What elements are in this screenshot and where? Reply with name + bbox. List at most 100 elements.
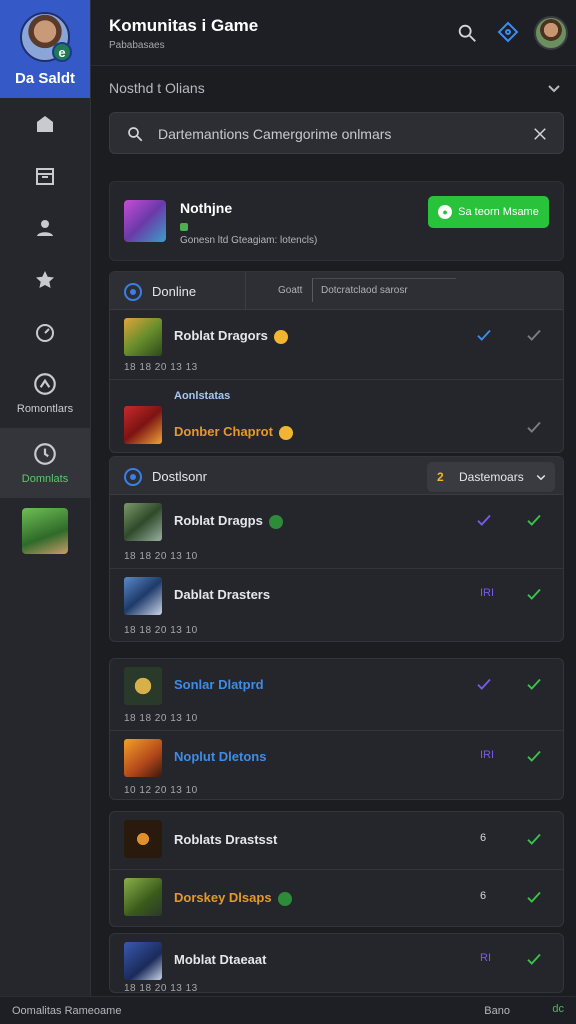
game-icon — [124, 820, 162, 858]
item-subtitle: Donber Chaprot — [174, 424, 293, 440]
badge-icon — [268, 514, 283, 529]
status-bar: Oomalitas Rameoame Bano dc — [0, 996, 576, 1024]
sidebar: e Da Saldt Romontlars Domnlats — [0, 0, 91, 996]
check-icon[interactable] — [525, 511, 543, 529]
close-icon[interactable] — [531, 125, 549, 143]
status-icon — [180, 223, 188, 231]
item-time: 18 18 20 13 13 — [124, 983, 198, 993]
nav-communities[interactable]: Romontlars — [0, 358, 90, 428]
filter-label[interactable]: Donline — [152, 284, 196, 299]
game-icon — [124, 942, 162, 980]
check-icon[interactable] — [475, 675, 493, 693]
search-input[interactable]: Dartemantions Camergorime onlmars — [158, 126, 391, 142]
item-status: IRI — [480, 587, 495, 599]
home-icon[interactable] — [0, 98, 90, 150]
item-title: Sonlar Dlatprd — [174, 677, 264, 692]
status-right[interactable]: Bano — [484, 1005, 510, 1017]
radio-icon[interactable] — [124, 468, 142, 486]
featured-game-card[interactable]: Nothjne Gonesn ltd Gteagiam: lotencls) ●… — [109, 181, 564, 261]
profile-badge: e — [52, 42, 72, 62]
item-status: 6 — [480, 832, 487, 844]
item-title: Roblats Drastsst — [174, 832, 278, 847]
list-item[interactable]: Dorskey Dlsaps 6 — [110, 870, 563, 926]
user-avatar[interactable] — [534, 16, 568, 50]
item-status: IRI — [480, 749, 495, 761]
game-art — [124, 200, 166, 242]
target-icon[interactable] — [496, 20, 520, 44]
item-status: 6 — [480, 890, 487, 902]
list-item[interactable]: Roblat Dragors 18 18 20 13 13 — [110, 310, 563, 380]
profile-name: Da Saldt — [14, 70, 75, 87]
star-icon[interactable] — [0, 254, 90, 306]
list-item[interactable]: Aonlstatas Donber Chaprot — [110, 380, 563, 452]
item-time: 18 18 20 13 10 — [124, 551, 198, 562]
chevron-down-icon[interactable] — [546, 80, 562, 96]
check-icon[interactable] — [525, 950, 543, 968]
timer-icon[interactable] — [0, 306, 90, 358]
badge-icon — [278, 425, 293, 440]
filter-tag: Goatt — [278, 285, 303, 296]
calendar-icon[interactable] — [0, 150, 90, 202]
game-icon — [124, 503, 162, 541]
downloads-panel: Dostlsonr 2 Dastemoars Roblat Dragps 18 … — [109, 456, 564, 642]
filter-label[interactable]: Dostlsonr — [152, 469, 207, 484]
status-left: Oomalitas Rameoame — [12, 1005, 122, 1017]
status-check[interactable]: dc — [552, 1003, 564, 1015]
game-icon — [124, 318, 162, 356]
recent-panel: Moblat Dtaeaat 18 18 20 13 13 RI — [109, 933, 564, 993]
list-item[interactable]: Sonlar Dlatprd 18 18 20 13 10 — [110, 659, 563, 731]
featured-button-label: Sa teorn Msame — [458, 206, 539, 218]
list-item[interactable]: Noplut Dletons 10 12 20 13 10 IRI — [110, 731, 563, 799]
check-icon[interactable] — [525, 747, 543, 765]
item-time: 18 18 20 13 10 — [124, 713, 198, 724]
game-icon — [124, 577, 162, 615]
item-title: Roblat Dragors — [174, 328, 288, 344]
check-icon[interactable] — [525, 585, 543, 603]
search-bar[interactable]: Dartemantions Camergorime onlmars — [109, 112, 564, 154]
item-title: Dablat Drasters — [174, 587, 271, 602]
check-icon[interactable] — [525, 418, 543, 436]
item-time: 18 18 20 13 10 — [124, 625, 198, 636]
avatar[interactable]: e — [20, 12, 72, 62]
search-icon[interactable] — [456, 22, 478, 44]
filter-bar: Donline Goatt Dotcratclaod sarosr — [110, 272, 563, 310]
item-title: Noplut Dletons — [174, 749, 267, 764]
sort-dropdown[interactable]: 2 Dastemoars — [427, 462, 555, 492]
check-icon[interactable] — [525, 326, 543, 344]
game-thumbnail[interactable] — [22, 508, 68, 554]
list-item[interactable]: Roblat Dragps 18 18 20 13 10 — [110, 495, 563, 569]
game-icon — [124, 667, 162, 705]
search-icon — [128, 127, 143, 142]
dropdown-label: Dastemoars — [459, 470, 524, 484]
section-label: Nosthd t Olians — [109, 80, 205, 96]
list-item[interactable]: Moblat Dtaeaat 18 18 20 13 13 RI — [110, 934, 563, 993]
games-panel: Sonlar Dlatprd 18 18 20 13 10 Noplut Dle… — [109, 658, 564, 800]
refresh-icon — [34, 443, 56, 465]
user-icon[interactable] — [0, 202, 90, 254]
dropdown-count: 2 — [437, 470, 444, 484]
app-root: e Da Saldt Romontlars Domnlats Komunitas… — [0, 0, 576, 1024]
badge-icon — [273, 329, 288, 344]
check-icon[interactable] — [525, 675, 543, 693]
featured-action-button[interactable]: ● Sa teorn Msame — [428, 196, 549, 228]
filter-field[interactable]: Dotcratclaod sarosr — [312, 278, 456, 302]
game-icon — [124, 878, 162, 916]
check-icon[interactable] — [525, 830, 543, 848]
profile-card[interactable]: e Da Saldt — [0, 0, 90, 98]
check-icon[interactable] — [475, 326, 493, 344]
section-header[interactable]: Nosthd t Olians — [91, 72, 576, 104]
page-subtitle: Pababasaes — [109, 40, 165, 51]
featured-description: Gonesn ltd Gteagiam: lotencls) — [180, 235, 318, 246]
check-icon[interactable] — [525, 888, 543, 906]
nav-downloads[interactable]: Domnlats — [0, 428, 90, 498]
list-item[interactable]: Dablat Drasters 18 18 20 13 10 IRI — [110, 569, 563, 641]
radio-icon[interactable] — [124, 283, 142, 301]
featured-title: Nothjne — [180, 200, 233, 216]
check-icon[interactable] — [475, 511, 493, 529]
item-status: RI — [480, 952, 491, 964]
online-panel: Donline Goatt Dotcratclaod sarosr Roblat… — [109, 271, 564, 453]
list-item[interactable]: Roblats Drastsst 6 — [110, 812, 563, 870]
nav-downloads-label: Domnlats — [21, 473, 69, 485]
item-title: Moblat Dtaeaat — [174, 952, 267, 967]
badge-icon — [277, 891, 292, 906]
